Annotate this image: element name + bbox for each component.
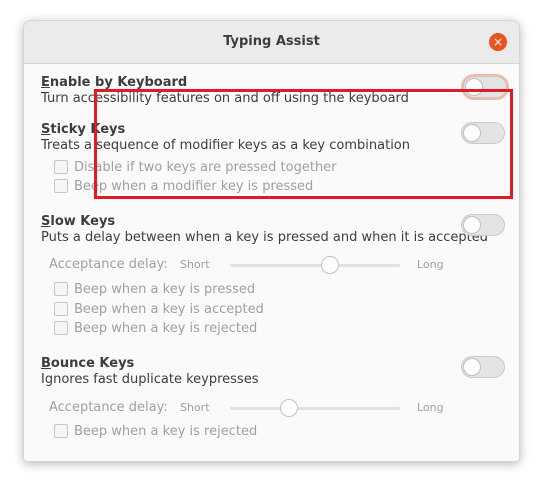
checkbox-box[interactable] — [54, 159, 68, 174]
checkbox-label: Beep when a key is accepted — [74, 302, 264, 317]
slow-beep-accepted-checkbox[interactable]: Beep when a key is accepted — [54, 301, 264, 320]
enable-by-keyboard-section: Enable by Keyboard Turn accessibility fe… — [41, 75, 511, 107]
toggle-knob — [463, 124, 481, 142]
bounce-keys-title: Bounce Keys — [41, 356, 135, 371]
sticky-keys-title: Sticky Keys — [41, 122, 126, 137]
acceptance-delay-label: Acceptance delay: — [49, 400, 168, 415]
bounce-beep-rejected-checkbox[interactable]: Beep when a key is rejected — [54, 423, 258, 442]
enable-by-keyboard-description: Turn accessibility features on and off u… — [41, 91, 409, 106]
toggle-knob — [463, 358, 481, 376]
short-label: Short — [180, 258, 210, 271]
checkbox-label: Beep when a key is rejected — [74, 321, 258, 336]
bounce-keys-section: Bounce Keys Ignores fast duplicate keypr… — [41, 356, 511, 388]
checkbox-label: Beep when a key is rejected — [74, 424, 258, 439]
typing-assist-dialog: Typing Assist × Enable by Keyboard Turn … — [23, 20, 520, 462]
slider-thumb[interactable] — [280, 399, 298, 417]
checkbox-box[interactable] — [54, 423, 68, 438]
checkbox-box[interactable] — [54, 281, 68, 296]
slow-keys-section: Slow Keys Puts a delay between when a ke… — [41, 214, 511, 246]
long-label: Long — [417, 401, 444, 414]
bounce-keys-toggle[interactable] — [461, 356, 505, 378]
title-bar: Typing Assist × — [24, 21, 519, 64]
sticky-keys-toggle[interactable] — [461, 122, 505, 144]
slow-keys-toggle[interactable] — [461, 214, 505, 236]
checkbox-box[interactable] — [54, 301, 68, 316]
sticky-keys-description: Treats a sequence of modifier keys as a … — [41, 138, 410, 153]
toggle-knob — [465, 78, 483, 96]
short-label: Short — [180, 401, 210, 414]
bounce-keys-delay-row: Acceptance delay: Short Long — [49, 398, 449, 418]
long-label: Long — [417, 258, 444, 271]
checkbox-box[interactable] — [54, 320, 68, 335]
enable-by-keyboard-toggle[interactable] — [463, 76, 507, 98]
close-icon[interactable]: × — [489, 33, 507, 51]
enable-by-keyboard-title: Enable by Keyboard — [41, 75, 188, 90]
checkbox-label: Beep when a key is pressed — [74, 282, 256, 297]
slow-keys-description: Puts a delay between when a key is press… — [41, 230, 488, 245]
slow-keys-delay-row: Acceptance delay: Short Long — [49, 255, 449, 275]
acceptance-delay-label: Acceptance delay: — [49, 257, 168, 272]
bounce-keys-delay-slider[interactable] — [230, 399, 400, 417]
sticky-keys-section: Sticky Keys Treats a sequence of modifie… — [41, 122, 511, 154]
dialog-title: Typing Assist — [223, 34, 320, 49]
sticky-beep-modifier-checkbox[interactable]: Beep when a modifier key is pressed — [54, 178, 314, 197]
sticky-disable-two-keys-checkbox[interactable]: Disable if two keys are pressed together — [54, 159, 337, 178]
bounce-keys-description: Ignores fast duplicate keypresses — [41, 372, 259, 387]
slow-keys-delay-slider[interactable] — [230, 256, 400, 274]
toggle-knob — [463, 216, 481, 234]
checkbox-label: Disable if two keys are pressed together — [74, 160, 337, 175]
slow-keys-title: Slow Keys — [41, 214, 116, 229]
slider-thumb[interactable] — [321, 256, 339, 274]
checkbox-box[interactable] — [54, 178, 68, 193]
checkbox-label: Beep when a modifier key is pressed — [74, 179, 314, 194]
slow-beep-pressed-checkbox[interactable]: Beep when a key is pressed — [54, 281, 256, 300]
slow-beep-rejected-checkbox[interactable]: Beep when a key is rejected — [54, 320, 258, 339]
